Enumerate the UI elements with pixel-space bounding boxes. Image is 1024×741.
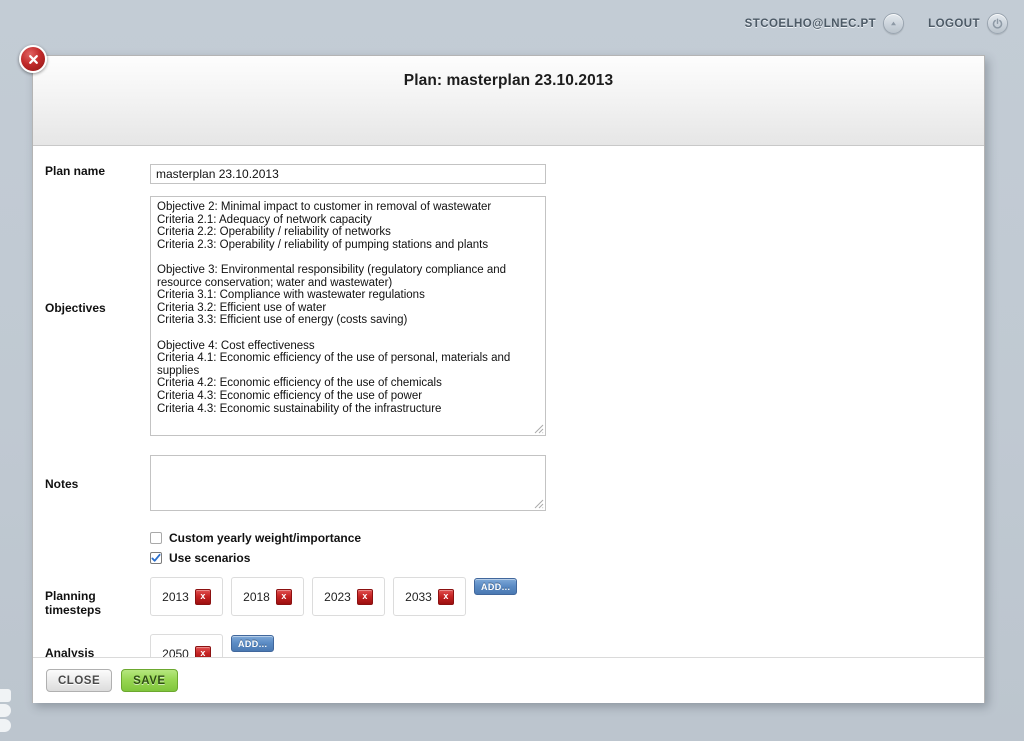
timestep-item[interactable]: 2013 x — [150, 577, 223, 616]
custom-weight-row[interactable]: Custom yearly weight/importance — [150, 528, 984, 548]
notes-row: Notes — [33, 455, 984, 516]
edge-pill[interactable] — [0, 689, 11, 702]
timestep-item[interactable]: 2033 x — [393, 577, 466, 616]
edge-tab-widget[interactable] — [0, 689, 14, 735]
dialog-header: Plan: masterplan 23.10.2013 — [33, 56, 984, 146]
timestep-delete-icon[interactable]: x — [275, 588, 292, 605]
planning-timesteps-row: Planning timesteps 2013 x 2018 x 2023 x — [33, 576, 984, 617]
timestep-delete-icon[interactable]: x — [356, 588, 373, 605]
add-analysis-timestep-button[interactable]: ADD... — [231, 635, 275, 652]
timestep-delete-icon[interactable]: x — [194, 588, 211, 605]
planning-timesteps-label: Planning timesteps — [45, 589, 102, 617]
timestep-year: 2033 — [405, 589, 432, 604]
plan-dialog: Plan: masterplan 23.10.2013 Plan name Ob… — [19, 45, 985, 703]
close-button[interactable]: CLOSE — [46, 669, 113, 692]
user-email-label: STCOELHO@LNEC.PT — [744, 17, 877, 30]
logout-button[interactable]: LOGOUT — [928, 13, 1008, 34]
objectives-row: Objectives Objective 2: Minimal impact t… — [33, 196, 984, 441]
timestep-year: 2013 — [162, 589, 189, 604]
page-title: Plan: masterplan 23.10.2013 — [403, 72, 614, 89]
objectives-textarea[interactable]: Objective 2: Minimal impact to customer … — [150, 196, 546, 436]
timestep-year: 2023 — [324, 589, 351, 604]
notes-wrapper — [150, 455, 546, 511]
plan-name-row: Plan name — [33, 164, 984, 184]
objectives-label: Objectives — [45, 301, 106, 315]
use-scenarios-label: Use scenarios — [169, 551, 251, 565]
use-scenarios-row[interactable]: Use scenarios — [150, 548, 984, 568]
logout-label: LOGOUT — [928, 17, 980, 30]
custom-weight-label: Custom yearly weight/importance — [169, 531, 362, 545]
timestep-year: 2018 — [243, 589, 270, 604]
top-bar: STCOELHO@LNEC.PT LOGOUT — [0, 0, 1024, 47]
plan-name-input[interactable] — [150, 164, 546, 184]
notes-textarea[interactable] — [150, 455, 546, 511]
timestep-item[interactable]: 2018 x — [231, 577, 304, 616]
use-scenarios-checkbox[interactable] — [150, 552, 162, 564]
checkmark-icon — [151, 553, 161, 562]
add-planning-timestep-button[interactable]: ADD... — [474, 578, 518, 595]
notes-label: Notes — [45, 477, 79, 491]
objectives-wrapper: Objective 2: Minimal impact to customer … — [150, 196, 546, 436]
save-button[interactable]: SAVE — [121, 669, 178, 692]
edge-pill[interactable] — [0, 719, 11, 732]
close-icon[interactable] — [19, 45, 47, 73]
user-chevron-icon[interactable] — [883, 13, 905, 34]
timestep-delete-icon[interactable]: x — [437, 588, 454, 605]
dialog-footer: CLOSE SAVE — [33, 657, 984, 703]
user-menu[interactable]: STCOELHO@LNEC.PT — [745, 13, 905, 34]
planning-timesteps-list: 2013 x 2018 x 2023 x 2033 x — [150, 577, 466, 616]
plan-name-label: Plan name — [45, 164, 106, 178]
edge-pill[interactable] — [0, 704, 11, 717]
power-icon[interactable] — [987, 13, 1008, 34]
dialog-body: Plan name Objectives Objective 2: Minima… — [33, 146, 984, 703]
custom-weight-checkbox[interactable] — [150, 532, 162, 544]
timestep-item[interactable]: 2023 x — [312, 577, 385, 616]
